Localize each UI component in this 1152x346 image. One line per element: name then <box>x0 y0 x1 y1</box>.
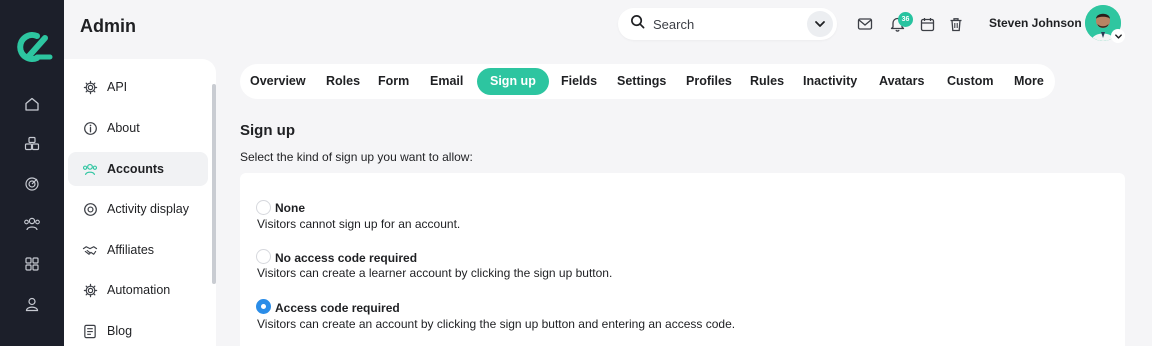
sidebar-scrollbar[interactable] <box>212 84 216 284</box>
option-description-access-code-required: Visitors can create an account by clicki… <box>257 317 736 331</box>
handshake-icon <box>82 242 98 258</box>
tab-rules[interactable]: Rules <box>750 68 784 95</box>
tab-custom[interactable]: Custom <box>947 68 994 95</box>
sidebar-item-label: API <box>107 80 128 94</box>
gear-icon <box>82 282 98 298</box>
option-label-none[interactable]: None <box>275 201 305 215</box>
courses-icon[interactable] <box>20 132 44 156</box>
tab-avatars[interactable]: Avatars <box>879 68 924 95</box>
sidebar-item-label: Accounts <box>107 162 164 176</box>
tab-profiles[interactable]: Profiles <box>686 68 732 95</box>
target-icon <box>82 201 98 217</box>
app-logo[interactable] <box>11 30 53 64</box>
section-description: Select the kind of sign up you want to a… <box>240 150 473 164</box>
tab-settings[interactable]: Settings <box>617 68 666 95</box>
users-icon[interactable] <box>20 212 44 236</box>
tab-fields[interactable]: Fields <box>561 68 597 95</box>
section-title: Sign up <box>240 122 295 139</box>
apps-icon[interactable] <box>20 252 44 276</box>
user-name[interactable]: Steven Johnson <box>989 16 1082 30</box>
document-icon <box>82 323 98 339</box>
sidebar-item-automation[interactable]: Automation <box>68 273 208 307</box>
home-icon[interactable] <box>20 92 44 116</box>
chevron-down-icon[interactable] <box>1111 29 1125 43</box>
trash-icon[interactable] <box>947 15 965 33</box>
tab-email[interactable]: Email <box>430 68 463 95</box>
sidebar-item-label: Blog <box>107 324 133 338</box>
target-icon[interactable] <box>20 172 44 196</box>
option-label-no-access-code[interactable]: No access code required <box>275 251 417 265</box>
sidebar-item-blog[interactable]: Blog <box>68 314 208 346</box>
search-bar[interactable] <box>618 8 837 40</box>
sidebar-item-affiliates[interactable]: Affiliates <box>68 233 208 267</box>
notification-badge: 36 <box>898 12 913 27</box>
tab-sign-up[interactable]: Sign up <box>477 68 549 95</box>
calendar-icon[interactable] <box>918 15 936 33</box>
info-icon <box>82 120 98 136</box>
gear-icon <box>82 79 98 95</box>
radio-none[interactable] <box>256 200 271 215</box>
search-icon <box>630 14 645 34</box>
tab-inactivity[interactable]: Inactivity <box>803 68 857 95</box>
sidebar-item-label: Activity display <box>107 202 189 216</box>
mail-icon[interactable] <box>856 15 874 33</box>
sidebar-item-accounts[interactable]: Accounts <box>68 152 208 186</box>
radio-access-code-required[interactable] <box>256 299 271 314</box>
tab-roles[interactable]: Roles <box>326 68 360 95</box>
option-description-none: Visitors cannot sign up for an account. <box>257 217 461 231</box>
tab-more[interactable]: More <box>1014 68 1044 95</box>
option-description-no-access-code: Visitors can create a learner account by… <box>257 266 613 280</box>
settings-tabs: Overview Roles Form Email Sign up Fields… <box>240 64 1055 99</box>
tab-overview[interactable]: Overview <box>250 68 306 95</box>
sidebar-item-label: About <box>107 121 140 135</box>
chevron-down-icon[interactable] <box>807 11 833 37</box>
sidebar-item-activity-display[interactable]: Activity display <box>68 192 208 226</box>
settings-sidebar: API About Accounts Activity display Affi… <box>64 59 216 346</box>
sidebar-item-label: Affiliates <box>107 243 155 257</box>
search-input[interactable] <box>653 16 793 32</box>
profile-icon[interactable] <box>20 292 44 316</box>
app-rail <box>0 0 64 346</box>
sidebar-item-api[interactable]: API <box>68 70 208 104</box>
sidebar-item-about[interactable]: About <box>68 111 208 145</box>
radio-no-access-code[interactable] <box>256 249 271 264</box>
users-icon <box>82 161 98 177</box>
option-label-access-code-required[interactable]: Access code required <box>275 301 400 315</box>
sidebar-item-label: Automation <box>107 283 171 297</box>
page-title: Admin <box>80 16 136 36</box>
tab-form[interactable]: Form <box>378 68 409 95</box>
